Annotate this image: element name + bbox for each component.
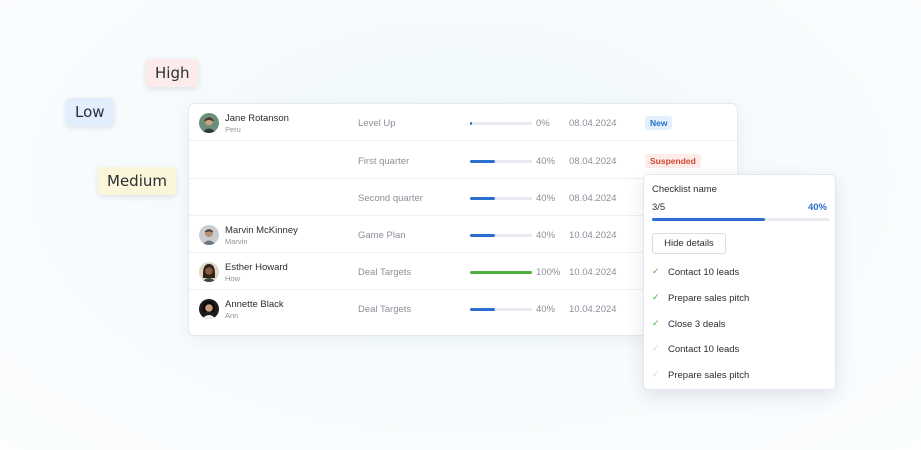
checklist-count: 3/5 [652, 202, 666, 213]
checklist-title: Checklist name [652, 184, 717, 195]
progress-fill [470, 234, 495, 237]
avatar [199, 299, 219, 319]
checklist-item-label: Prepare sales pitch [668, 293, 750, 304]
priority-tag-low[interactable]: Low [66, 98, 114, 126]
progress-fill [470, 160, 495, 163]
checklist-item[interactable]: ✓ Prepare sales pitch [652, 292, 829, 308]
checklist-percent: 40% [807, 202, 827, 213]
person-name: Annette Black [225, 299, 284, 310]
person-name: Jane Rotanson [225, 113, 289, 124]
progress-fill [470, 122, 472, 125]
check-icon: ✓ [652, 292, 660, 302]
table-row[interactable]: Jane Rotanson Peru Level Up 0% 08.04.202… [189, 104, 737, 141]
check-icon: ✓ [652, 318, 660, 328]
progress-bar [470, 160, 532, 163]
progress-percent: 40% [536, 156, 556, 167]
progress-fill [470, 271, 532, 274]
person-name: Marvin McKinney [225, 225, 298, 236]
due-date: 10.04.2024 [569, 304, 617, 315]
checklist-item-label: Contact 10 leads [668, 344, 740, 355]
progress-percent: 0% [536, 118, 550, 129]
person-subtitle: Marvin [225, 237, 248, 246]
checklist-item-label: Close 3 deals [668, 319, 726, 330]
check-icon: ✓ [652, 369, 660, 379]
person-name: Esther Howard [225, 262, 288, 273]
progress-percent: 100% [536, 267, 561, 278]
progress-bar [470, 234, 532, 237]
task-name: First quarter [358, 156, 410, 167]
avatar [199, 225, 219, 245]
check-icon: ✓ [652, 343, 660, 353]
checklist-progress-bar [652, 218, 829, 221]
due-date: 08.04.2024 [569, 193, 617, 204]
person-subtitle: How [225, 274, 241, 283]
avatar [199, 113, 219, 133]
task-name: Game Plan [358, 230, 406, 241]
progress-fill [470, 308, 495, 311]
progress-percent: 40% [536, 193, 556, 204]
progress-bar [470, 197, 532, 200]
progress-bar [470, 271, 532, 274]
due-date: 10.04.2024 [569, 267, 617, 278]
check-icon: ✓ [652, 266, 660, 276]
checklist-progress-fill [652, 218, 766, 221]
checklist-item[interactable]: ✓ Prepare sales pitch [652, 369, 829, 385]
progress-bar [470, 122, 532, 125]
checklist-item[interactable]: ✓ Contact 10 leads [652, 343, 829, 359]
progress-percent: 40% [536, 304, 556, 315]
checklist-item[interactable]: ✓ Contact 10 leads [652, 266, 829, 282]
person-subtitle: Peru [225, 125, 241, 134]
priority-tag-high[interactable]: High [146, 59, 199, 87]
task-name: Level Up [358, 118, 396, 129]
due-date: 08.04.2024 [569, 156, 617, 167]
checklist-item[interactable]: ✓ Close 3 deals [652, 318, 829, 334]
avatar [199, 262, 219, 282]
due-date: 08.04.2024 [569, 118, 617, 129]
checklist-item-label: Prepare sales pitch [668, 370, 750, 381]
person-subtitle: Ann [225, 311, 239, 320]
progress-percent: 40% [536, 230, 556, 241]
checklist-item-label: Contact 10 leads [668, 267, 740, 278]
task-name: Second quarter [358, 193, 423, 204]
status-badge-suspended: Suspended [645, 154, 701, 168]
checklist-popover: Checklist name 3/5 40% Hide details ✓ Co… [643, 174, 836, 390]
progress-fill [470, 197, 495, 200]
hide-details-button[interactable]: Hide details [652, 233, 726, 254]
due-date: 10.04.2024 [569, 230, 617, 241]
progress-bar [470, 308, 532, 311]
task-name: Deal Targets [358, 267, 412, 278]
status-badge-new: New [645, 116, 673, 130]
task-name: Deal Targets [358, 304, 412, 315]
priority-tag-medium[interactable]: Medium [98, 167, 176, 195]
